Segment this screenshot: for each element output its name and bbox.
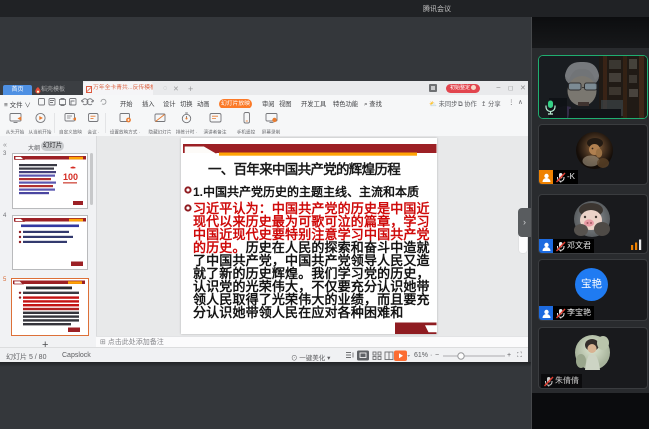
svg-text:100: 100 bbox=[63, 172, 78, 182]
